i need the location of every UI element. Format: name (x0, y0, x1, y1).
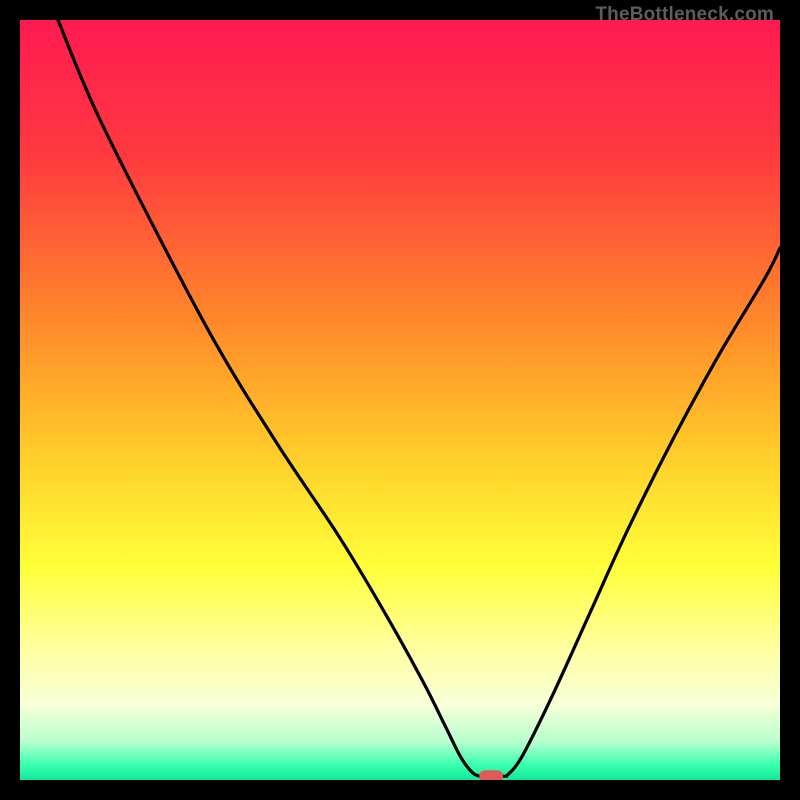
gradient-background (20, 20, 780, 780)
chart-frame: TheBottleneck.com (20, 20, 780, 780)
chart-svg (20, 20, 780, 780)
plot-area (20, 20, 780, 780)
optimal-marker (479, 770, 503, 780)
